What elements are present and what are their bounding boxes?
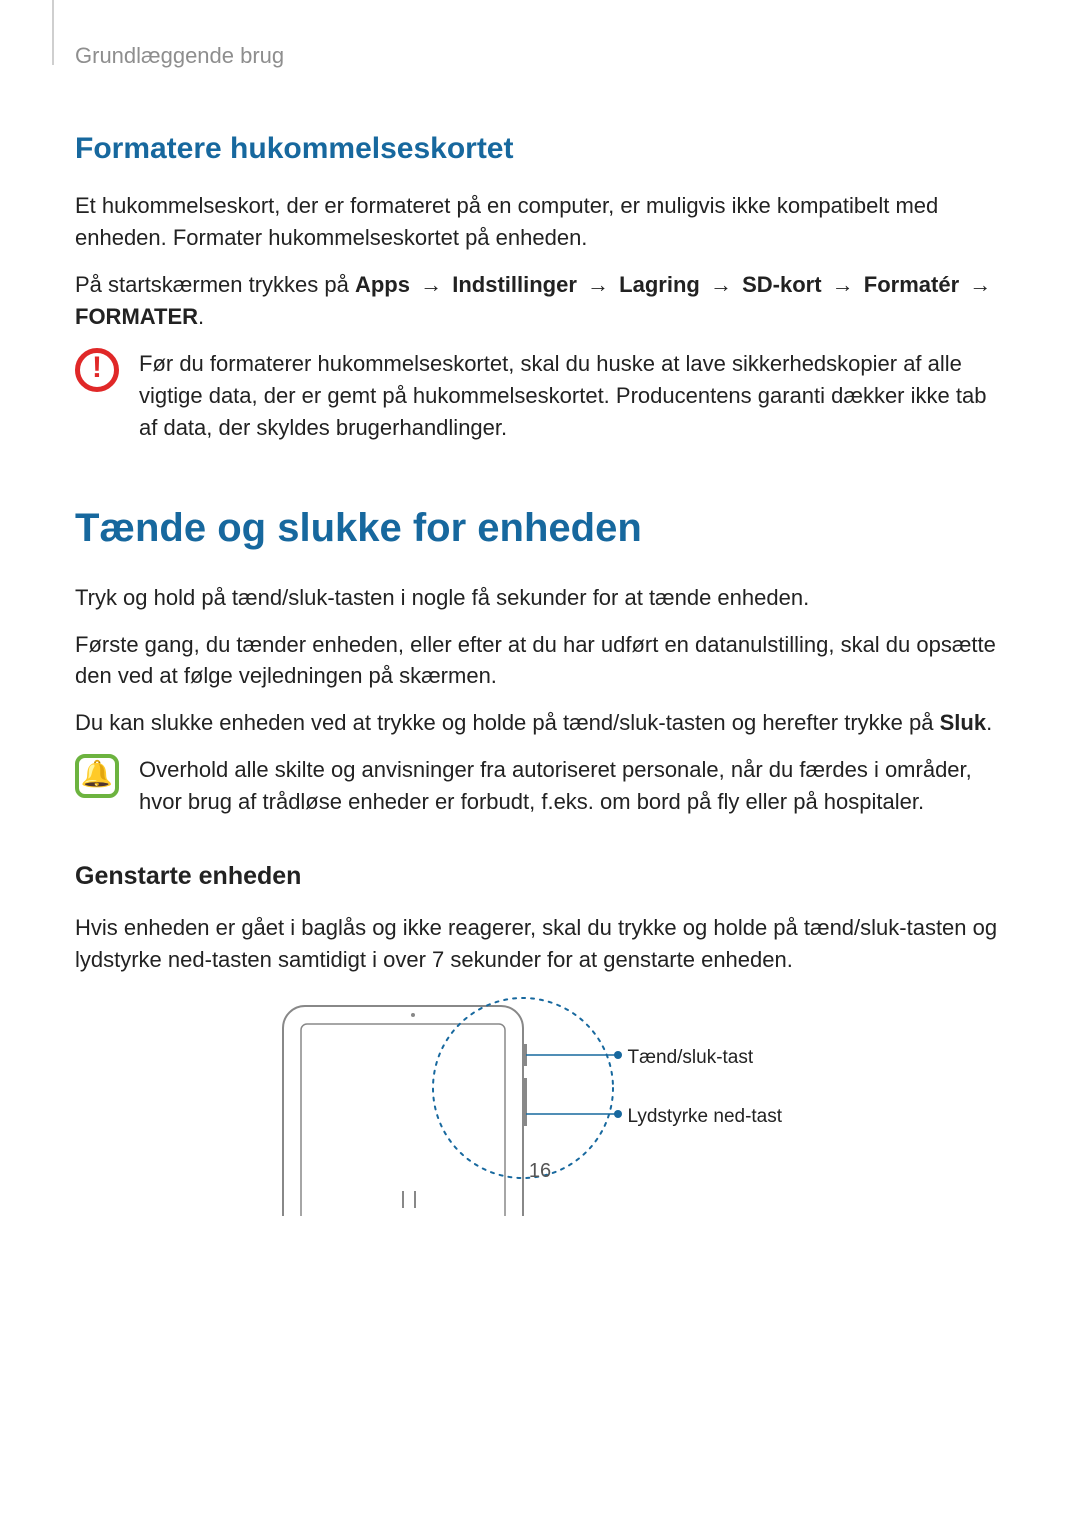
path-format: Formatér — [864, 272, 959, 297]
header-rule — [52, 0, 54, 65]
warning-icon: ! — [75, 348, 119, 392]
bell-icon: 🔔 — [75, 754, 119, 798]
p-power-3: Du kan slukke enheden ved at trykke og h… — [75, 707, 1010, 739]
p-power-3b: Sluk — [940, 710, 986, 735]
arrow-icon: → — [706, 272, 736, 297]
p-restart: Hvis enheden er gået i baglås og ikke re… — [75, 912, 1010, 976]
note-bell: 🔔 Overhold alle skilte og anvisninger fr… — [75, 754, 1010, 818]
arrow-icon: → — [416, 272, 446, 297]
page-number: 16 — [529, 1157, 551, 1186]
note-warning: ! Før du formaterer hukommelseskortet, s… — [75, 348, 1010, 444]
running-header: Grundlæggende brug — [75, 40, 1010, 72]
path-settings: Indstillinger — [452, 272, 577, 297]
path-storage: Lagring — [619, 272, 700, 297]
label-power-key: Tænd/sluk-tast — [628, 1044, 754, 1072]
p-power-2: Første gang, du tænder enheden, eller ef… — [75, 629, 1010, 693]
label-voldown-key: Lydstyrke ned-tast — [628, 1103, 783, 1131]
path-apps: Apps — [355, 272, 410, 297]
h1-power: Tænde og slukke for enheden — [75, 499, 1010, 557]
arrow-icon: → — [583, 272, 613, 297]
p-power-1: Tryk og hold på tænd/sluk-tasten i nogle… — [75, 582, 1010, 614]
p-format-path: På startskærmen trykkes på Apps → Indsti… — [75, 269, 1010, 333]
p-power-3c: . — [986, 710, 992, 735]
path-format-confirm: FORMATER — [75, 304, 198, 329]
note-bell-text: Overhold alle skilte og anvisninger fra … — [139, 754, 1010, 818]
h2-format-card: Formatere hukommelseskortet — [75, 127, 1010, 171]
p-format-intro: Et hukommelseskort, der er formateret på… — [75, 190, 1010, 254]
arrow-icon: → — [965, 272, 995, 297]
p-power-3a: Du kan slukke enheden ved at trykke og h… — [75, 710, 940, 735]
path-sdcard: SD-kort — [742, 272, 821, 297]
note-warning-text: Før du formaterer hukommelseskortet, ska… — [139, 348, 1010, 444]
p-format-path-lead: På startskærmen trykkes på — [75, 272, 355, 297]
arrow-icon: → — [828, 272, 858, 297]
h3-restart: Genstarte enheden — [75, 858, 1010, 894]
